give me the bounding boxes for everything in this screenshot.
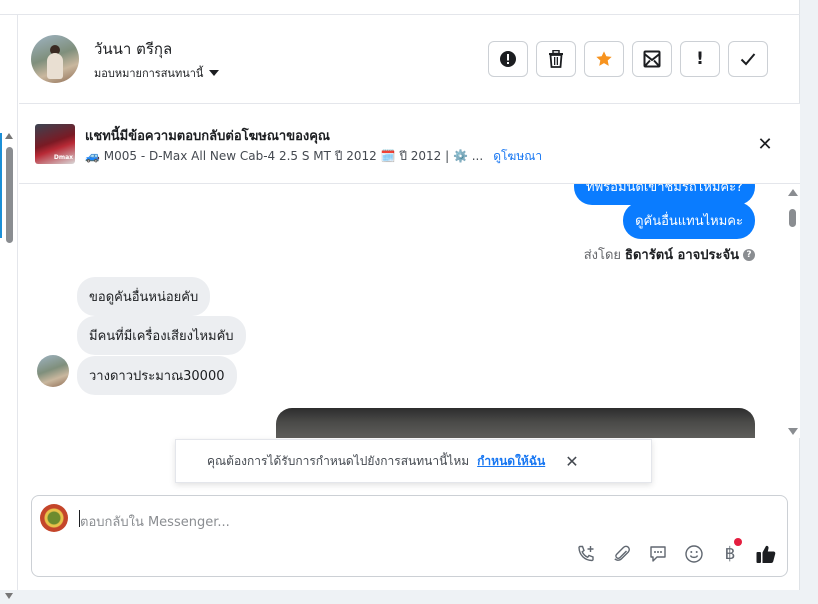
scroll-up-arrow-icon[interactable] xyxy=(5,133,13,139)
contact-avatar-small[interactable] xyxy=(37,355,69,387)
notification-dot xyxy=(734,538,742,546)
conversation-header: วันนา ตรีกุล มอบหมายการสนทนานี้ ! xyxy=(19,15,800,104)
thread-scroll-thumb[interactable] xyxy=(789,209,796,227)
ad-detail: 🚙 M005 - D-Max All New Cab-4 2.5 S MT ปี… xyxy=(85,149,484,163)
sent-by-prefix: ส่งโดย xyxy=(583,248,622,263)
assign-to-me-link[interactable]: กำหนดให้ฉัน xyxy=(477,452,545,471)
mark-done-button[interactable] xyxy=(728,41,768,77)
assign-dropdown[interactable]: มอบหมายการสนทนานี้ xyxy=(94,64,220,82)
page-avatar xyxy=(40,504,68,532)
assign-prompt-text: คุณต้องการได้รับการกำหนดไปยังการสนทนานี้… xyxy=(207,453,470,468)
alert-circle-icon xyxy=(500,51,516,67)
assign-prompt-toast: คุณต้องการได้รับการกำหนดไปยังการสนทนานี้… xyxy=(175,439,652,483)
thumbs-up-icon[interactable] xyxy=(755,543,777,565)
mark-unread-icon xyxy=(643,50,661,68)
contact-name[interactable]: วันนา ตรีกุล xyxy=(94,37,172,61)
assign-label: มอบหมายการสนทนานี้ xyxy=(94,67,204,80)
message-thread[interactable]: ทีพร้อมนัดเข้าชมรถไหมคะ? ดูคันอื่นแทนไหม… xyxy=(19,184,785,438)
saved-reply-icon[interactable] xyxy=(647,543,669,565)
attachment-icon[interactable] xyxy=(611,543,633,565)
follow-up-button[interactable]: ! xyxy=(680,41,720,77)
left-scrollbar[interactable] xyxy=(0,15,18,599)
exclamation-icon: ! xyxy=(696,49,704,69)
message-composer[interactable]: ตอบกลับใน Messenger... ฿ xyxy=(31,495,788,577)
check-icon xyxy=(740,53,756,66)
sent-by-name: ธิดารัตน์ อาจประจัน xyxy=(625,248,739,263)
scroll-down-arrow-icon[interactable] xyxy=(5,593,13,599)
ad-thumb-tag: Dmax xyxy=(53,154,73,161)
mark-unread-button[interactable] xyxy=(632,41,672,77)
reply-input[interactable]: ตอบกลับใน Messenger... xyxy=(80,511,230,532)
scroll-up-arrow-icon[interactable] xyxy=(788,189,798,196)
incoming-message[interactable]: ขอดูคันอื่นหน่อยคับ xyxy=(77,277,211,316)
incoming-message[interactable]: วางดาวประมาณ30000 xyxy=(77,356,237,395)
left-scroll-thumb[interactable] xyxy=(6,147,13,243)
incoming-message[interactable]: มีคนที่มีเครื่องเสียงไหมคับ xyxy=(77,316,246,355)
emoji-icon[interactable] xyxy=(683,543,705,565)
star-icon xyxy=(596,51,612,66)
add-call-icon[interactable] xyxy=(575,543,597,565)
ad-banner-title: แชทนี้มีข้อความตอบกลับต่อโฆษณาของคุณ xyxy=(85,129,330,144)
outgoing-message[interactable]: ดูคันอื่นแทนไหมคะ xyxy=(623,202,755,239)
delete-button[interactable] xyxy=(536,41,576,77)
ad-detail-line: 🚙 M005 - D-Max All New Cab-4 2.5 S MT ปี… xyxy=(85,147,542,166)
baht-payment-icon[interactable]: ฿ xyxy=(719,538,742,565)
scroll-down-arrow-icon[interactable] xyxy=(788,428,798,435)
close-icon[interactable]: ✕ xyxy=(565,452,578,471)
caret-down-icon xyxy=(209,70,220,76)
close-icon[interactable]: ✕ xyxy=(755,134,775,155)
ad-thumbnail[interactable]: Dmax xyxy=(35,124,75,164)
thread-scrollbar[interactable] xyxy=(785,184,800,438)
left-accent-line xyxy=(0,133,2,238)
trash-icon xyxy=(549,50,563,68)
ad-reply-banner: Dmax แชทนี้มีข้อความตอบกลับต่อโฆษณาของคุ… xyxy=(19,104,800,184)
contact-avatar[interactable] xyxy=(31,35,79,83)
conversation-panel: วันนา ตรีกุล มอบหมายการสนทนานี้ ! Dmax แ… xyxy=(0,0,800,599)
spam-alert-button[interactable] xyxy=(488,41,528,77)
view-ad-link[interactable]: ดูโฆษณา xyxy=(493,147,542,166)
question-icon[interactable]: ? xyxy=(743,248,755,261)
image-attachment[interactable] xyxy=(276,408,755,438)
star-button[interactable] xyxy=(584,41,624,77)
composer-toolbar: ฿ xyxy=(575,538,777,565)
sent-by-label: ส่งโดย ธิดารัตน์ อาจประจัน ? xyxy=(584,244,755,265)
